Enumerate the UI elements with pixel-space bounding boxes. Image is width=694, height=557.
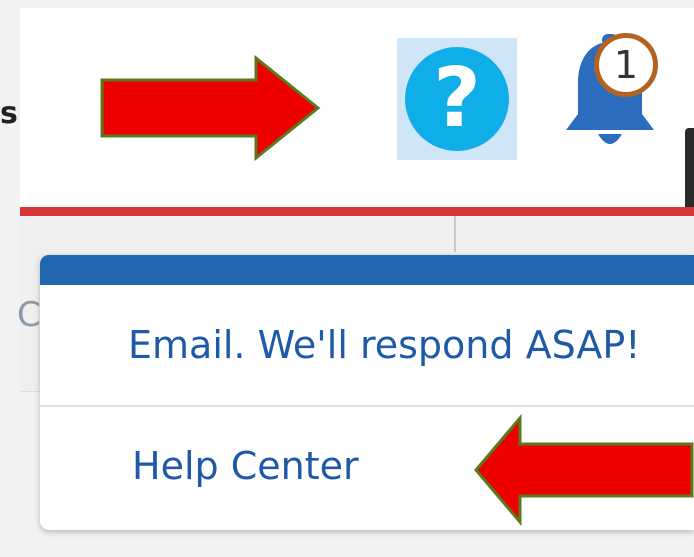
annotation-arrow-left-icon xyxy=(474,414,694,526)
cropped-header-text: s xyxy=(0,96,18,131)
accent-divider-line xyxy=(20,207,694,216)
help-button[interactable]: ? xyxy=(397,38,517,160)
menu-item-help-center-label: Help Center xyxy=(132,444,359,488)
notification-count-badge: 1 xyxy=(594,33,658,97)
help-menu-header xyxy=(40,255,694,285)
cropped-subnav-text: C xyxy=(17,295,41,335)
menu-item-email[interactable]: Email. We'll respond ASAP! xyxy=(40,285,694,405)
annotation-arrow-right-icon xyxy=(100,54,321,162)
menu-item-email-label: Email. We'll respond ASAP! xyxy=(128,323,641,367)
help-question-icon: ? xyxy=(405,47,509,151)
dropdown-pointer-line xyxy=(454,216,456,252)
